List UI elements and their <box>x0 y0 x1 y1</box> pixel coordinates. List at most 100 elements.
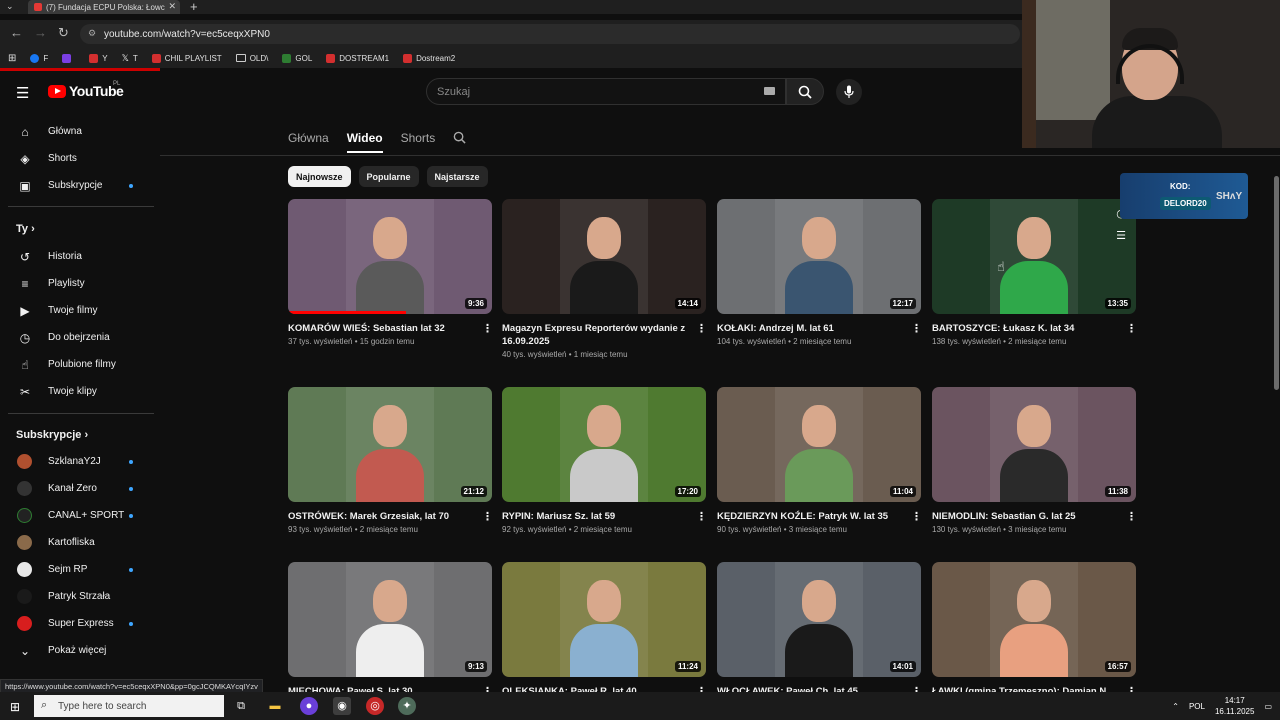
video-thumbnail[interactable]: 21:12 <box>288 387 492 502</box>
more-options-icon[interactable]: ⋮ <box>696 510 707 523</box>
chip-newest[interactable]: Najnowsze <box>288 166 351 187</box>
sidebar-sub-sejm-rp[interactable]: Sejm RP <box>0 556 156 583</box>
video-thumbnail[interactable]: 13:35◷☰ <box>932 199 1136 314</box>
video-thumbnail[interactable]: 11:24 <box>502 562 706 677</box>
video-title[interactable]: KOŁAKI: Andrzej M. lat 61 <box>717 322 903 335</box>
sidebar-sub-super-express[interactable]: Super Express <box>0 610 156 637</box>
sidebar-item-liked-videos[interactable]: ☝ Polubione filmy <box>0 351 156 378</box>
more-options-icon[interactable]: ⋮ <box>911 510 922 523</box>
video-thumbnail[interactable]: 14:01 <box>717 562 921 677</box>
notifications-icon[interactable]: ▭ <box>1264 702 1272 711</box>
video-card[interactable]: 13:35◷☰ BARTOSZYCE: Łukasz K. lat 34 ⋮ 138 … <box>932 199 1137 346</box>
chip-oldest[interactable]: Najstarsze <box>426 166 488 187</box>
more-options-icon[interactable]: ⋮ <box>696 322 707 335</box>
bookmark-dostream2[interactable]: Dostream2 <box>403 53 455 63</box>
video-thumbnail[interactable]: 11:38 <box>932 387 1136 502</box>
video-card[interactable]: 11:04 KĘDZIERZYN KOŹLE: Patryk W. lat 35 ⋮… <box>717 387 922 534</box>
bookmark-x[interactable]: 𝕏T <box>122 53 138 64</box>
chip-popular[interactable]: Popularne <box>358 166 419 187</box>
sidebar-item-your-clips[interactable]: ✂ Twoje klipy <box>0 378 156 405</box>
tab-shorts[interactable]: Shorts <box>401 131 436 153</box>
browser-tab[interactable]: (7) Fundacja ECPU Polska: Łowc ✕ <box>28 0 180 14</box>
video-title[interactable]: RYPIN: Mariusz Sz. lat 59 <box>502 510 688 523</box>
bookmark-chil-playlist[interactable]: CHIL PLAYLIST <box>151 53 222 63</box>
more-options-icon[interactable]: ⋮ <box>482 322 493 335</box>
video-title[interactable]: NIEMODLIN: Sebastian G. lat 25 <box>932 510 1118 523</box>
channel-search-icon[interactable] <box>453 131 466 153</box>
sidebar-item-watch-later[interactable]: ◷ Do obejrzenia <box>0 324 156 351</box>
sidebar-sub-canal-sport[interactable]: CANAL+ SPORT <box>0 502 156 529</box>
video-card[interactable]: 9:36 KOMARÓW WIEŚ: Sebastian lat 32 ⋮ 37 ty… <box>288 199 493 346</box>
search-button[interactable] <box>786 78 824 105</box>
sidebar-item-subscriptions[interactable]: ▣ Subskrypcje <box>0 172 156 199</box>
more-options-icon[interactable]: ⋮ <box>1126 322 1137 335</box>
file-explorer-icon[interactable]: ▬ <box>266 697 284 715</box>
sidebar-subscriptions-header[interactable]: Subskrypcje › <box>16 429 88 441</box>
sidebar-item-your-videos[interactable]: ▶ Twoje filmy <box>0 297 156 324</box>
forward-icon[interactable]: → <box>34 25 47 40</box>
chevron-up-icon[interactable]: ⌃ <box>1172 702 1179 711</box>
video-title[interactable]: BARTOSZYCE: Łukasz K. lat 34 <box>932 322 1118 335</box>
video-card[interactable]: 11:24OLEKSIANKA: Paweł R. lat 40⋮ <box>502 562 707 698</box>
video-title[interactable]: Magazyn Expresu Reporterów wydanie z 16.… <box>502 322 688 348</box>
video-card[interactable]: 17:20 RYPIN: Mariusz Sz. lat 59 ⋮ 92 tys. w… <box>502 387 707 534</box>
clock[interactable]: 14:17 16.11.2025 <box>1215 695 1254 717</box>
sidebar-item-home[interactable]: ⌂ Główna <box>0 118 156 145</box>
discord-icon[interactable]: ● <box>300 697 318 715</box>
sidebar-show-more[interactable]: ⌄ Pokaż więcej <box>0 637 156 664</box>
bookmark-dostream1[interactable]: DOSTREAM1 <box>326 53 389 63</box>
obs-icon[interactable]: ◎ <box>366 697 384 715</box>
more-options-icon[interactable]: ⋮ <box>1126 510 1137 523</box>
sidebar-item-shorts[interactable]: ◈ Shorts <box>0 145 156 172</box>
video-title[interactable]: KOMARÓW WIEŚ: Sebastian lat 32 <box>288 322 474 335</box>
video-title[interactable]: KĘDZIERZYN KOŹLE: Patryk W. lat 35 <box>717 510 903 523</box>
voice-search-button[interactable] <box>836 79 862 105</box>
video-thumbnail[interactable]: 9:36 <box>288 199 492 314</box>
video-thumbnail[interactable]: 17:20 <box>502 387 706 502</box>
tab-videos[interactable]: Wideo <box>346 131 383 153</box>
sidebar-sub-szklanay2j[interactable]: SzklanaY2J <box>0 448 156 475</box>
apps-icon[interactable]: ⊞ <box>8 53 16 64</box>
sidebar-sub-kartofliska[interactable]: Kartofliska <box>0 529 156 556</box>
sidebar-sub-kanal-zero[interactable]: Kanał Zero <box>0 475 156 502</box>
video-card[interactable]: 12:17 KOŁAKI: Andrzej M. lat 61 ⋮ 104 tys. … <box>717 199 922 346</box>
video-thumbnail[interactable]: 14:14 <box>502 199 706 314</box>
video-card[interactable]: 14:14 Magazyn Expresu Reporterów wydanie … <box>502 199 707 359</box>
close-tab-icon[interactable]: ✕ <box>168 1 176 12</box>
video-card[interactable]: 21:12 OSTRÓWEK: Marek Grzesiak, lat 70 ⋮ 93… <box>288 387 493 534</box>
task-view-icon[interactable]: ⧉ <box>232 697 250 715</box>
video-card[interactable]: 14:01WŁOCŁAWEK: Paweł Ch. lat 45⋮ <box>717 562 922 698</box>
video-card[interactable]: 11:38 NIEMODLIN: Sebastian G. lat 25 ⋮ 130 … <box>932 387 1137 534</box>
video-thumbnail[interactable]: 11:04 <box>717 387 921 502</box>
video-card[interactable]: 9:13MIECHOWA: Paweł S. lat 30⋮ <box>288 562 493 698</box>
video-thumbnail[interactable]: 9:13 <box>288 562 492 677</box>
new-tab-icon[interactable]: + <box>190 0 198 14</box>
bookmark-gol[interactable]: GOL <box>282 53 312 63</box>
keyboard-icon[interactable] <box>764 87 775 95</box>
back-icon[interactable]: ← <box>10 25 23 40</box>
sidebar-sub-patryk-strzala[interactable]: Patryk Strzała <box>0 583 156 610</box>
youtube-logo[interactable]: YouTube PL <box>48 81 124 99</box>
taskbar-search-input[interactable]: ⌕ Type here to search <box>34 695 224 717</box>
sidebar-item-playlists[interactable]: ≡ Playlisty <box>0 270 156 297</box>
video-title[interactable]: OSTRÓWEK: Marek Grzesiak, lat 70 <box>288 510 474 523</box>
bookmark-twitch[interactable] <box>62 53 75 63</box>
app-icon[interactable]: ✦ <box>398 697 416 715</box>
bookmark-old[interactable]: OLD\ <box>235 54 268 63</box>
chrome-icon[interactable]: ◉ <box>333 697 351 715</box>
search-input[interactable]: Szukaj <box>426 78 786 105</box>
windows-start-icon[interactable]: ⊞ <box>10 700 20 714</box>
sidebar-item-history[interactable]: ↺ Historia <box>0 243 156 270</box>
bookmark-youtube[interactable]: Y <box>89 53 108 63</box>
more-options-icon[interactable]: ⋮ <box>911 322 922 335</box>
video-thumbnail[interactable]: 16:57 <box>932 562 1136 677</box>
language-indicator[interactable]: POL <box>1189 702 1205 711</box>
url-field[interactable]: ⚙ youtube.com/watch?v=ec5ceqxXPN0 <box>80 24 1020 44</box>
tab-search-icon[interactable]: ⌄ <box>6 1 14 12</box>
add-to-queue-icon[interactable]: ☰ <box>1114 229 1128 243</box>
video-thumbnail[interactable]: 12:17 <box>717 199 921 314</box>
sidebar-you-header[interactable]: Ty › <box>16 223 35 235</box>
site-info-icon[interactable]: ⚙ <box>88 28 96 39</box>
menu-icon[interactable]: ☰ <box>16 84 29 102</box>
tab-home[interactable]: Główna <box>288 131 329 153</box>
